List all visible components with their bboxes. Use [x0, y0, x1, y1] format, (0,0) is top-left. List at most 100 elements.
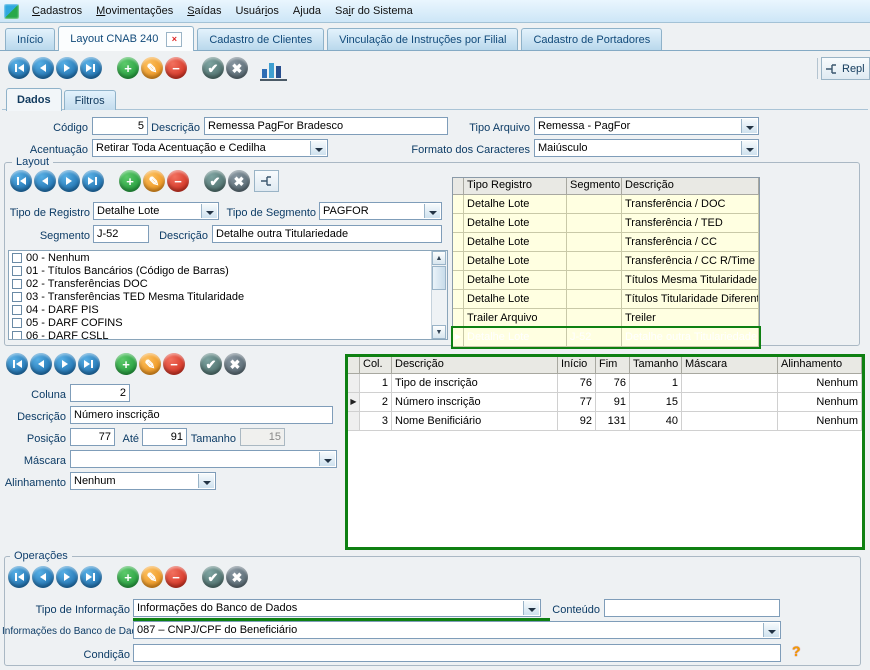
checkbox-icon[interactable]: [12, 266, 22, 276]
layout-grid-row[interactable]: Detalhe LoteTransferência / CC: [453, 233, 759, 252]
columns-delete-button[interactable]: −: [163, 353, 185, 375]
layout-insert-button[interactable]: +: [119, 170, 141, 192]
checkbox-icon[interactable]: [12, 279, 22, 289]
dropdown-arrow-icon[interactable]: [741, 119, 757, 133]
tab-close-icon[interactable]: ×: [166, 32, 182, 47]
layout-last-button[interactable]: [82, 170, 104, 192]
tab-layout-cnab-240[interactable]: Layout CNAB 240×: [58, 26, 194, 51]
main-last-button[interactable]: [80, 57, 102, 79]
layout-post-button[interactable]: ✔: [204, 170, 226, 192]
info-banco-select[interactable]: 087 – CNPJ/CPF do Beneficiário: [133, 621, 781, 639]
segmento-input[interactable]: J-52: [93, 225, 149, 243]
checkbox-icon[interactable]: [12, 318, 22, 328]
layout-next-button[interactable]: [58, 170, 80, 192]
replicate-button[interactable]: Repl: [821, 57, 870, 80]
layout-first-button[interactable]: [10, 170, 32, 192]
tab-cadastro-de-clientes[interactable]: Cadastro de Clientes: [197, 28, 324, 50]
segment-option[interactable]: 00 - Nenhum: [9, 251, 447, 264]
tab-vinculacao-de-instrucoes-por-filial[interactable]: Vinculação de Instruções por Filial: [327, 28, 518, 50]
columns-descricao-input[interactable]: Número inscrição: [70, 406, 333, 424]
columns-grid-row[interactable]: 3Nome Benificiário9213140Nenhum: [348, 412, 862, 431]
operations-post-button[interactable]: ✔: [202, 566, 224, 588]
columns-post-button[interactable]: ✔: [200, 353, 222, 375]
scrollbar-thumb[interactable]: [432, 266, 446, 290]
menu-item-movimentacoes[interactable]: Movimentações: [89, 2, 180, 20]
columns-insert-button[interactable]: +: [115, 353, 137, 375]
codigo-input[interactable]: 5: [92, 117, 148, 135]
tipo-arquivo-select[interactable]: Remessa - PagFor: [534, 117, 759, 135]
coluna-input[interactable]: 2: [70, 384, 130, 402]
condicao-input[interactable]: [133, 644, 781, 662]
segment-option[interactable]: 03 - Transferências TED Mesma Titularida…: [9, 290, 447, 303]
main-next-button[interactable]: [56, 57, 78, 79]
columns-prior-button[interactable]: [30, 353, 52, 375]
menu-item-usuarios[interactable]: Usuários: [228, 2, 285, 20]
operations-last-button[interactable]: [80, 566, 102, 588]
segment-option[interactable]: 06 - DARF CSLL: [9, 329, 447, 340]
main-prior-button[interactable]: [32, 57, 54, 79]
operations-insert-button[interactable]: +: [117, 566, 139, 588]
menu-item-ajuda[interactable]: Ajuda: [286, 2, 328, 20]
dropdown-arrow-icon[interactable]: [201, 204, 217, 218]
checklist-scrollbar[interactable]: ▲ ▼: [431, 251, 447, 339]
acentuacao-select[interactable]: Retirar Toda Acentuação e Cedilha: [92, 139, 328, 157]
segment-option[interactable]: 02 - Transferências DOC: [9, 277, 447, 290]
segment-option[interactable]: 04 - DARF PIS: [9, 303, 447, 316]
layout-delete-button[interactable]: −: [167, 170, 189, 192]
checkbox-icon[interactable]: [12, 292, 22, 302]
scroll-up-icon[interactable]: ▲: [432, 251, 446, 265]
layout-grid-row[interactable]: Detalhe LoteTítulos Mesma Titularidade: [453, 271, 759, 290]
dropdown-arrow-icon[interactable]: [319, 452, 335, 466]
tab-cadastro-de-portadores[interactable]: Cadastro de Portadores: [521, 28, 662, 50]
layout-grid-row[interactable]: ▶Detalhe LoteJ-52Detalhe outra Titularie…: [453, 328, 759, 347]
posicao-input[interactable]: 77: [70, 428, 115, 446]
layout-grid-row[interactable]: Detalhe LoteTransferência / CC R/Time: [453, 252, 759, 271]
columns-last-button[interactable]: [78, 353, 100, 375]
operations-edit-button[interactable]: ✎: [141, 566, 163, 588]
columns-grid-row[interactable]: ▶2Número inscrição779115Nenhum: [348, 393, 862, 412]
layout-edit-button[interactable]: ✎: [143, 170, 165, 192]
tipo-registro-select[interactable]: Detalhe Lote: [93, 202, 219, 220]
dropdown-arrow-icon[interactable]: [763, 623, 779, 637]
dropdown-arrow-icon[interactable]: [198, 474, 214, 488]
mascara-select[interactable]: [70, 450, 337, 468]
page-tab-dados[interactable]: Dados: [6, 88, 62, 111]
layout-grid-row[interactable]: Detalhe LoteTítulos Titularidade Diferen…: [453, 290, 759, 309]
menu-item-saidas[interactable]: Saídas: [180, 2, 228, 20]
dropdown-arrow-icon[interactable]: [424, 204, 440, 218]
layout-grid-row[interactable]: Detalhe LoteTransferência / TED: [453, 214, 759, 233]
main-first-button[interactable]: [8, 57, 30, 79]
menu-item-cadastros[interactable]: Cadastros: [25, 2, 89, 20]
layout-prior-button[interactable]: [34, 170, 56, 192]
formato-select[interactable]: Maiúsculo: [534, 139, 759, 157]
page-tab-filtros[interactable]: Filtros: [64, 90, 116, 110]
tab-inicio[interactable]: Início: [5, 28, 55, 50]
layout-descricao-input[interactable]: Detalhe outra Titulariedade: [212, 225, 442, 243]
descricao-input[interactable]: Remessa PagFor Bradesco: [204, 117, 448, 135]
operations-cancel-button[interactable]: ✖: [226, 566, 248, 588]
tipo-segmento-select[interactable]: PAGFOR: [319, 202, 442, 220]
layout-cancel-button[interactable]: ✖: [228, 170, 250, 192]
segment-option[interactable]: 05 - DARF COFINS: [9, 316, 447, 329]
dropdown-arrow-icon[interactable]: [310, 141, 326, 155]
connector-button[interactable]: [254, 170, 279, 192]
main-delete-button[interactable]: −: [165, 57, 187, 79]
checkbox-icon[interactable]: [12, 305, 22, 315]
segment-type-checklist[interactable]: 00 - Nenhum01 - Títulos Bancários (Códig…: [8, 250, 448, 340]
columns-edit-button[interactable]: ✎: [139, 353, 161, 375]
ate-input[interactable]: 91: [142, 428, 187, 446]
checkbox-icon[interactable]: [12, 253, 22, 263]
operations-first-button[interactable]: [8, 566, 30, 588]
columns-grid-row[interactable]: 1Tipo de inscrição76761Nenhum: [348, 374, 862, 393]
dropdown-arrow-icon[interactable]: [741, 141, 757, 155]
segment-option[interactable]: 01 - Títulos Bancários (Código de Barras…: [9, 264, 447, 277]
operations-next-button[interactable]: [56, 566, 78, 588]
columns-next-button[interactable]: [54, 353, 76, 375]
layout-grid-row[interactable]: Detalhe LoteTransferência / DOC: [453, 195, 759, 214]
columns-cancel-button[interactable]: ✖: [224, 353, 246, 375]
dropdown-arrow-icon[interactable]: [523, 601, 539, 615]
main-insert-button[interactable]: +: [117, 57, 139, 79]
checkbox-icon[interactable]: [12, 331, 22, 341]
menu-item-sair-do-sistema[interactable]: Sair do Sistema: [328, 2, 420, 20]
main-cancel-button[interactable]: ✖: [226, 57, 248, 79]
